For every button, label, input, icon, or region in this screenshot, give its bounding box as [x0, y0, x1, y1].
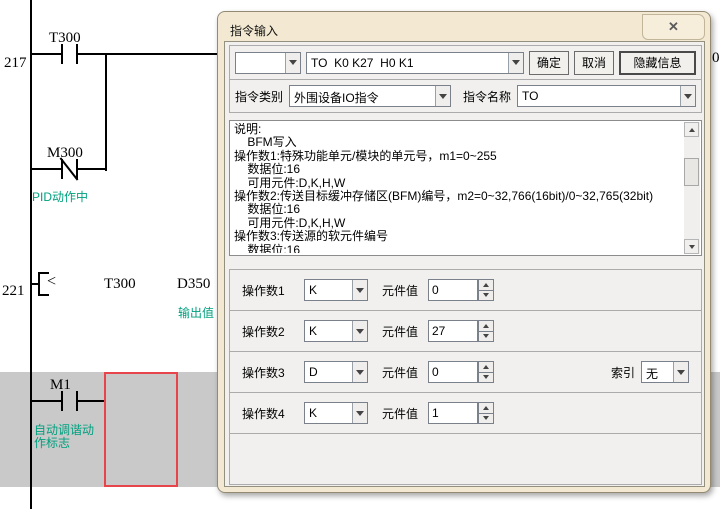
ok-button[interactable]: 确定 — [529, 51, 569, 75]
instruction-select-group: 指令类别 外围设备IO指令 指令名称 TO — [229, 79, 702, 113]
left-power-rail — [30, 0, 32, 509]
rung-line — [32, 400, 61, 402]
rung-line — [32, 168, 61, 170]
description-panel: 说明: BFM写入 操作数1:特殊功能单元/模块的单元号，m1=0~255 数据… — [229, 120, 702, 256]
cell-cursor-rect[interactable] — [104, 372, 178, 487]
operand3-type-combo[interactable]: D — [304, 361, 368, 383]
close-button[interactable]: ✕ — [642, 14, 705, 40]
close-icon: ✕ — [668, 19, 679, 35]
chevron-down-icon[interactable] — [285, 53, 300, 73]
chevron-down-icon[interactable] — [352, 403, 367, 423]
operand4-value-input[interactable] — [428, 402, 478, 424]
value-label: 元件值 — [382, 364, 428, 381]
instruction-prefix-value — [236, 53, 285, 73]
operand2-spinner[interactable] — [478, 320, 494, 342]
spin-down-icon[interactable] — [478, 291, 494, 302]
operand-row-3: 操作数3 D 元件值 索引 无 — [229, 351, 702, 393]
rung-line — [78, 53, 218, 55]
operand1-type-combo[interactable]: K — [304, 279, 368, 301]
empty-bottom-group — [229, 433, 702, 485]
chevron-down-icon[interactable] — [352, 280, 367, 300]
rung-line — [78, 168, 107, 170]
index-label: 索引 — [611, 364, 635, 381]
operand-label: 操作数2 — [242, 323, 304, 340]
operand4-type-combo[interactable]: K — [304, 402, 368, 424]
description-scrollbar[interactable] — [684, 122, 700, 254]
compare-operand-d350[interactable]: D350 — [177, 276, 210, 293]
dialog-body: TO K0 K27 H0 K1 确定 取消 隐藏信息 指令类别 外围设备IO指令… — [224, 41, 705, 487]
instruction-input-dialog: 指令输入 ✕ TO K0 K27 H0 K1 确定 取消 隐藏信息 — [217, 11, 711, 493]
category-label: 指令类别 — [235, 88, 283, 105]
spin-up-icon[interactable] — [478, 320, 494, 332]
chevron-down-icon[interactable] — [508, 53, 523, 73]
contact-m1[interactable] — [61, 391, 63, 411]
chevron-down-icon[interactable] — [352, 321, 367, 341]
operand3-type-value: D — [305, 362, 352, 382]
operand-row-4: 操作数4 K 元件值 — [229, 392, 702, 434]
hide-info-button[interactable]: 隐藏信息 — [619, 51, 696, 75]
name-combo[interactable]: TO — [517, 85, 696, 107]
index-combo[interactable]: 无 — [641, 361, 689, 383]
chevron-down-icon[interactable] — [680, 86, 695, 106]
operand4-type-value: K — [305, 403, 352, 423]
chevron-down-icon[interactable] — [435, 86, 450, 106]
plc-editor-screen: 217 T300 M300 PID动作中 221 < T300 D350 输出值… — [0, 0, 720, 509]
rung-line — [78, 400, 106, 402]
operand3-spinner[interactable] — [478, 361, 494, 383]
instruction-prefix-combo[interactable] — [235, 52, 301, 74]
device-comment-pid: PID动作中 — [32, 191, 88, 204]
step-number-221: 221 — [2, 283, 25, 300]
value-label: 元件值 — [382, 405, 428, 422]
spin-down-icon[interactable] — [478, 373, 494, 384]
clipped-device-text: 0 — [712, 50, 720, 67]
scroll-down-icon[interactable] — [684, 239, 699, 254]
contact-t300[interactable] — [61, 44, 63, 64]
spin-up-icon[interactable] — [478, 279, 494, 291]
operand2-type-combo[interactable]: K — [304, 320, 368, 342]
name-value: TO — [518, 86, 680, 106]
spin-up-icon[interactable] — [478, 361, 494, 373]
instruction-text-combo[interactable]: TO K0 K27 H0 K1 — [306, 52, 524, 74]
value-label: 元件值 — [382, 323, 428, 340]
operand2-type-value: K — [305, 321, 352, 341]
value-label: 元件值 — [382, 282, 428, 299]
cancel-button[interactable]: 取消 — [574, 51, 614, 75]
operand-row-2: 操作数2 K 元件值 — [229, 310, 702, 352]
name-label: 指令名称 — [463, 88, 511, 105]
index-value: 无 — [642, 362, 673, 382]
device-comment-output: 输出值 — [178, 307, 214, 320]
spin-down-icon[interactable] — [478, 414, 494, 425]
rung-line — [32, 53, 61, 55]
branch-line — [105, 53, 107, 171]
spin-up-icon[interactable] — [478, 402, 494, 414]
dialog-title: 指令输入 — [230, 22, 278, 39]
compare-bracket — [38, 272, 40, 296]
operand-row-1: 操作数1 K 元件值 — [229, 269, 702, 311]
operand-label: 操作数1 — [242, 282, 304, 299]
category-value: 外围设备IO指令 — [290, 86, 435, 106]
index-group: 索引 无 — [611, 361, 689, 383]
compare-bracket — [38, 294, 49, 296]
category-combo[interactable]: 外围设备IO指令 — [289, 85, 451, 107]
chevron-down-icon[interactable] — [673, 362, 688, 382]
operand2-value-input[interactable] — [428, 320, 478, 342]
device-comment-autotune: 自动调谐动 作标志 — [34, 424, 94, 450]
operand1-spinner[interactable] — [478, 279, 494, 301]
scroll-up-icon[interactable] — [684, 122, 699, 137]
operand4-spinner[interactable] — [478, 402, 494, 424]
instruction-entry-group: TO K0 K27 H0 K1 确定 取消 隐藏信息 — [229, 45, 702, 80]
scrollbar-thumb[interactable] — [684, 158, 699, 186]
operand1-type-value: K — [305, 280, 352, 300]
operand-label: 操作数4 — [242, 405, 304, 422]
spin-down-icon[interactable] — [478, 332, 494, 343]
compare-operator[interactable]: < — [47, 273, 56, 291]
operand3-value-input[interactable] — [428, 361, 478, 383]
operand-label: 操作数3 — [242, 364, 304, 381]
description-text: 说明: BFM写入 操作数1:特殊功能单元/模块的单元号，m1=0~255 数据… — [234, 123, 681, 253]
step-number-217: 217 — [4, 55, 27, 72]
compare-operand-t300[interactable]: T300 — [104, 276, 136, 293]
instruction-text-value: TO K0 K27 H0 K1 — [307, 53, 508, 73]
chevron-down-icon[interactable] — [352, 362, 367, 382]
operand1-value-input[interactable] — [428, 279, 478, 301]
